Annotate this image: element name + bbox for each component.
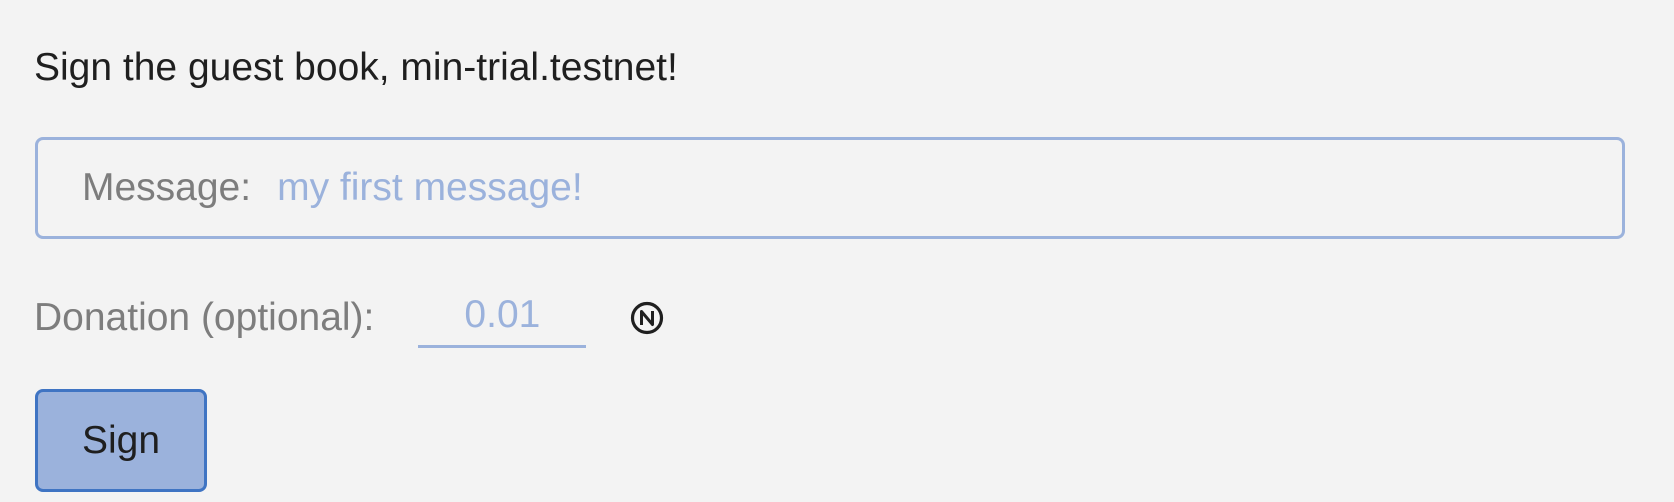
message-field[interactable]: Message: [35,137,1625,239]
donation-input[interactable] [418,288,587,348]
guest-book-form: Sign the guest book, min-trial.testnet! … [0,0,1674,502]
message-input[interactable] [277,158,1622,218]
sign-button[interactable]: Sign [35,389,207,492]
message-label: Message: [82,166,252,209]
near-token-icon [630,301,664,335]
form-heading: Sign the guest book, min-trial.testnet! [34,46,678,89]
donation-label: Donation (optional): [34,296,375,339]
donation-row: Donation (optional): [34,288,664,348]
